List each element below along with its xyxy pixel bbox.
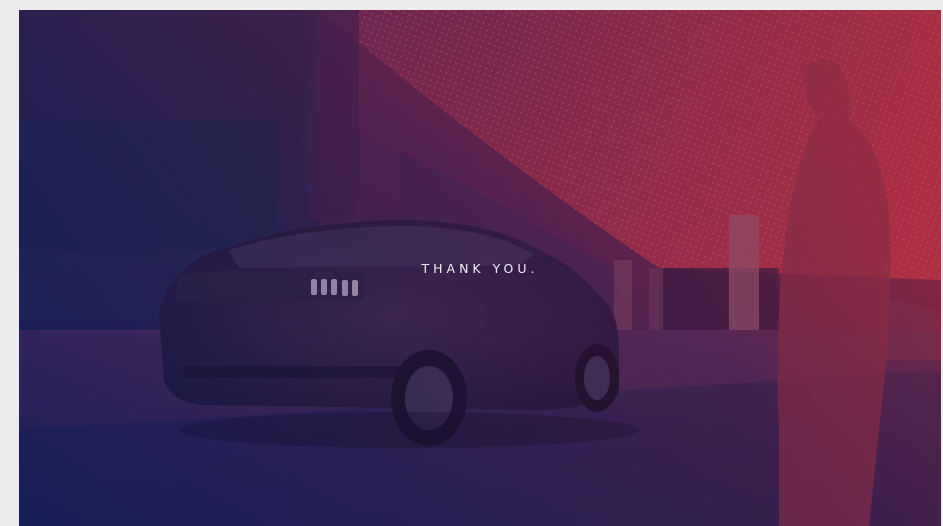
thank-you-text: THANK YOU. bbox=[421, 261, 539, 276]
slide: THANK YOU. bbox=[19, 10, 941, 526]
